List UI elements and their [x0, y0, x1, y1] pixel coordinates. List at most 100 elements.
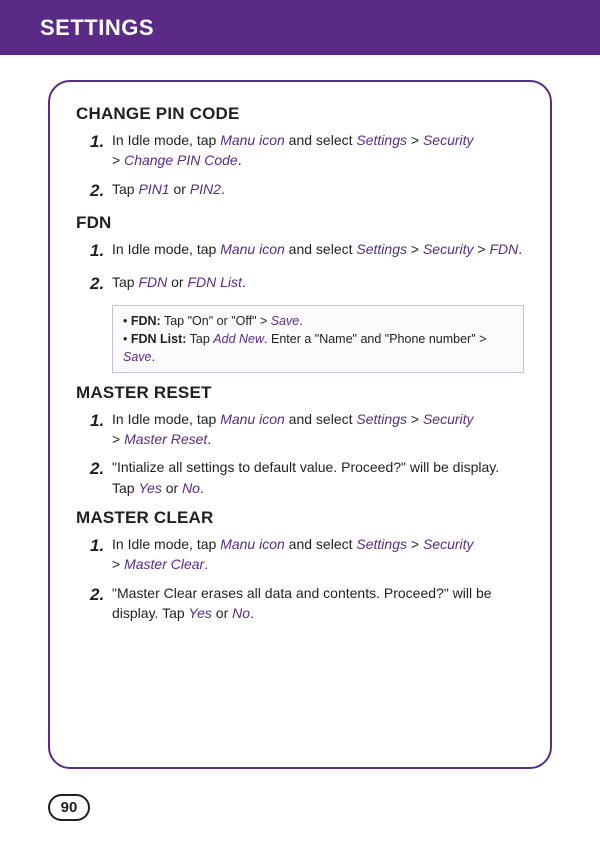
text: .	[204, 556, 208, 572]
header-bar: SETTINGS	[0, 0, 600, 55]
keyword-fdn: FDN	[138, 274, 167, 290]
text: >	[407, 411, 423, 427]
keyword-settings: Settings	[356, 411, 407, 427]
keyword-no: No	[182, 480, 200, 496]
text: In Idle mode, tap	[112, 536, 220, 552]
text: In Idle mode, tap	[112, 411, 220, 427]
step-body: Tap FDN or FDN List.	[112, 272, 524, 297]
keyword-fdn-list: FDN List	[187, 274, 241, 290]
section-title-change-pin: CHANGE PIN CODE	[76, 104, 524, 124]
note-label: FDN List:	[131, 332, 187, 346]
step-number: 2.	[90, 272, 112, 297]
note-label: FDN:	[131, 314, 161, 328]
text: In Idle mode, tap	[112, 241, 220, 257]
text: Tap	[112, 274, 138, 290]
keyword-security: Security	[423, 411, 474, 427]
text: or	[167, 274, 187, 290]
text: >	[112, 556, 124, 572]
master-clear-step-1: 1. In Idle mode, tap Manu icon and selec…	[90, 534, 524, 575]
text: .	[152, 350, 155, 364]
step-body: "Master Clear erases all data and conten…	[112, 583, 524, 624]
step-body: In Idle mode, tap Manu icon and select S…	[112, 409, 524, 450]
step-body: "Intialize all settings to default value…	[112, 457, 524, 498]
note-row-fdn: • FDN: Tap "On" or "Off" > Save.	[123, 312, 513, 330]
text: .	[207, 431, 211, 447]
keyword-change-pin-code: Change PIN Code	[124, 152, 238, 168]
keyword-manu-icon: Manu icon	[220, 132, 285, 148]
step-body: In Idle mode, tap Manu icon and select S…	[112, 239, 524, 264]
keyword-master-clear: Master Clear	[124, 556, 204, 572]
step-body: Tap PIN1 or PIN2.	[112, 179, 524, 204]
text: .	[200, 480, 204, 496]
section-title-fdn: FDN	[76, 213, 524, 233]
step-number: 1.	[90, 130, 112, 171]
text: Tap "On" or "Off" >	[161, 314, 271, 328]
keyword-add-new: Add New	[213, 332, 264, 346]
text: .	[518, 241, 522, 257]
keyword-save: Save	[271, 314, 300, 328]
keyword-save: Save	[123, 350, 152, 364]
keyword-security: Security	[423, 241, 474, 257]
fdn-step-1: 1. In Idle mode, tap Manu icon and selec…	[90, 239, 524, 264]
fdn-note-box: • FDN: Tap "On" or "Off" > Save. • FDN L…	[112, 305, 524, 373]
master-clear-step-2: 2. "Master Clear erases all data and con…	[90, 583, 524, 624]
text: and select	[285, 132, 357, 148]
keyword-no: No	[232, 605, 250, 621]
keyword-yes: Yes	[189, 605, 212, 621]
fdn-step-2: 2. Tap FDN or FDN List.	[90, 272, 524, 297]
text: and select	[285, 411, 357, 427]
content-card: CHANGE PIN CODE 1. In Idle mode, tap Man…	[48, 80, 552, 769]
step-number: 2.	[90, 583, 112, 624]
text: >	[112, 152, 124, 168]
text: Tap	[186, 332, 213, 346]
text: .	[242, 274, 246, 290]
keyword-settings: Settings	[356, 241, 407, 257]
text: . Enter a "Name" and "Phone number" >	[264, 332, 486, 346]
text: or	[162, 480, 182, 496]
text: >	[407, 241, 423, 257]
text: .	[299, 314, 302, 328]
text: >	[474, 241, 490, 257]
keyword-manu-icon: Manu icon	[220, 536, 285, 552]
change-pin-step-2: 2. Tap PIN1 or PIN2.	[90, 179, 524, 204]
keyword-manu-icon: Manu icon	[220, 241, 285, 257]
text: .	[221, 181, 225, 197]
text: .	[238, 152, 242, 168]
keyword-settings: Settings	[356, 132, 407, 148]
text: and select	[285, 536, 357, 552]
step-number: 1.	[90, 409, 112, 450]
page-number: 90	[48, 794, 90, 821]
text: Tap	[112, 181, 138, 197]
keyword-security: Security	[423, 132, 474, 148]
header-title: SETTINGS	[40, 15, 154, 41]
bullet: •	[123, 332, 131, 346]
keyword-security: Security	[423, 536, 474, 552]
change-pin-step-1: 1. In Idle mode, tap Manu icon and selec…	[90, 130, 524, 171]
text: or	[212, 605, 232, 621]
step-number: 1.	[90, 239, 112, 264]
text: or	[170, 181, 190, 197]
step-body: In Idle mode, tap Manu icon and select S…	[112, 130, 524, 171]
keyword-manu-icon: Manu icon	[220, 411, 285, 427]
keyword-yes: Yes	[138, 480, 161, 496]
text: >	[112, 431, 124, 447]
text: >	[407, 536, 423, 552]
bullet: •	[123, 314, 131, 328]
keyword-master-reset: Master Reset	[124, 431, 207, 447]
step-number: 1.	[90, 534, 112, 575]
keyword-pin2: PIN2	[190, 181, 221, 197]
master-reset-step-2: 2. "Intialize all settings to default va…	[90, 457, 524, 498]
text: and select	[285, 241, 357, 257]
section-title-master-reset: MASTER RESET	[76, 383, 524, 403]
master-reset-step-1: 1. In Idle mode, tap Manu icon and selec…	[90, 409, 524, 450]
text: .	[250, 605, 254, 621]
note-row-fdn-list: • FDN List: Tap Add New. Enter a "Name" …	[123, 330, 513, 366]
step-body: In Idle mode, tap Manu icon and select S…	[112, 534, 524, 575]
keyword-settings: Settings	[356, 536, 407, 552]
step-number: 2.	[90, 179, 112, 204]
text: "Master Clear erases all data and conten…	[112, 585, 492, 621]
text: >	[407, 132, 423, 148]
keyword-pin1: PIN1	[138, 181, 169, 197]
section-title-master-clear: MASTER CLEAR	[76, 508, 524, 528]
step-number: 2.	[90, 457, 112, 498]
